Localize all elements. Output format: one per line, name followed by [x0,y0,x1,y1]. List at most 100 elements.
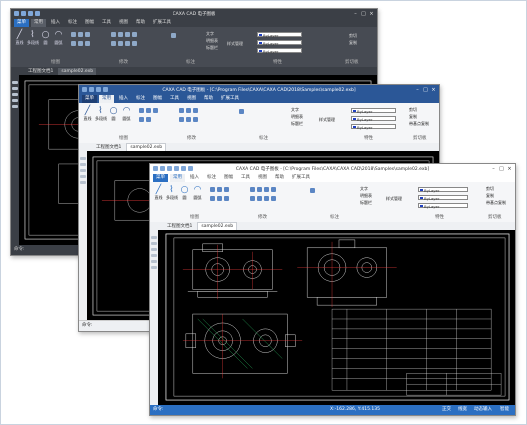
tab-menu[interactable]: 菜单 [14,19,29,27]
tool-icon[interactable] [79,175,86,178]
modify-tool-icon[interactable] [193,108,198,113]
tool-icon[interactable] [150,248,157,251]
draw-tool-icon[interactable] [210,187,215,192]
polyline-button[interactable]: ⌇ 多段线 [166,185,178,201]
tab-extensions[interactable]: 扩展工具 [289,174,313,182]
circle-button[interactable]: ○ 圆 [108,106,119,122]
doc-tab-sample02[interactable]: sample02.exb [197,222,238,230]
doc-tab-drawing1[interactable]: 工程图文档1 [25,68,56,75]
draw-tool-icon[interactable] [224,196,229,201]
lineweight-toggle[interactable]: 线宽 [458,405,467,415]
tool-icon[interactable] [150,260,157,263]
dimension-icon[interactable] [171,33,176,38]
layer-select[interactable]: ByLayer [351,108,396,114]
save-icon[interactable] [167,166,172,171]
tab-view[interactable]: 视图 [116,19,131,27]
modify-tool-icon[interactable] [264,196,269,201]
style-manager-button[interactable]: 样式管理 [386,196,402,202]
layer-select[interactable]: ByLayer [257,32,302,38]
tab-menu[interactable]: 菜单 [153,174,168,182]
redo-icon[interactable] [188,166,193,171]
close-icon[interactable]: × [369,11,374,17]
open-file-icon[interactable] [89,87,94,92]
draw-tool-icon[interactable] [139,108,144,113]
tool-icon[interactable] [150,266,157,269]
tool-icon[interactable] [79,157,86,160]
tab-extensions[interactable]: 扩展工具 [218,95,242,103]
tab-insert[interactable]: 插入 [116,95,131,103]
bom-tool-label[interactable]: 明细表 [206,38,218,44]
tool-icon[interactable] [150,236,157,239]
text-tool-label[interactable]: 文字 [206,31,214,37]
lineweight-select[interactable]: ByLayer [418,203,468,209]
tab-tools[interactable]: 工具 [99,19,114,27]
lineweight-select[interactable]: ByLayer [351,124,396,130]
circle-button[interactable]: ○ 圆 [179,185,190,201]
dimension-icon[interactable] [239,109,244,114]
modify-tool-icon[interactable] [132,32,137,37]
maximize-icon[interactable]: □ [423,87,428,93]
modify-tool-icon[interactable] [271,196,276,201]
title-block-label[interactable]: 标题栏 [360,200,372,206]
maximize-icon[interactable]: □ [499,166,504,172]
doc-tab-sample02[interactable]: sample02.exb [126,143,167,151]
tab-sheet[interactable]: 图幅 [221,174,236,182]
modify-tool-icon[interactable] [125,41,130,46]
undo-icon[interactable] [181,166,186,171]
arc-button[interactable]: ◠ 圆弧 [192,185,203,201]
draw-tool-icon[interactable] [146,117,151,122]
draw-tool-icon[interactable] [139,117,144,122]
modify-tool-icon[interactable] [250,187,255,192]
tab-menu[interactable]: 菜单 [82,95,97,103]
tab-insert[interactable]: 插入 [48,19,63,27]
style-manager-button[interactable]: 样式管理 [227,41,243,47]
draw-tool-icon[interactable] [78,41,83,46]
lineweight-select[interactable]: ByLayer [257,48,302,54]
modify-tool-icon[interactable] [250,196,255,201]
tab-extensions[interactable]: 扩展工具 [150,19,174,27]
line-button[interactable]: ╱ 直线 [153,185,164,201]
copy-button[interactable]: 复制 [486,193,494,199]
draw-tool-icon[interactable] [78,32,83,37]
draw-tool-icon[interactable] [71,32,76,37]
arc-button[interactable]: ◠ 圆弧 [53,30,64,46]
layer-select[interactable]: ByLayer [418,187,468,193]
cut-button[interactable]: 剪切 [349,33,357,39]
modify-tool-icon[interactable] [257,187,262,192]
modify-tool-icon[interactable] [118,41,123,46]
tab-help[interactable]: 帮助 [201,95,216,103]
tool-icon[interactable] [11,87,18,90]
tool-icon[interactable] [79,181,86,184]
tool-icon[interactable] [11,105,18,108]
linetype-select[interactable]: ByLayer [351,116,396,122]
tool-icon[interactable] [150,242,157,245]
close-icon[interactable]: × [431,87,436,93]
copy-button[interactable]: 复制 [409,114,417,120]
minimize-icon[interactable]: – [353,11,358,17]
save-icon[interactable] [96,87,101,92]
line-button[interactable]: ╱ 直线 [82,106,93,122]
ortho-toggle[interactable]: 正交 [442,405,451,415]
tab-view[interactable]: 视图 [184,95,199,103]
copy-button[interactable]: 复制 [349,40,357,46]
tab-dimension[interactable]: 标注 [133,95,148,103]
draw-tool-icon[interactable] [217,196,222,201]
modify-tool-icon[interactable] [111,32,116,37]
draw-tool-icon[interactable] [85,41,90,46]
line-button[interactable]: ╱ 直线 [14,30,25,46]
tab-help[interactable]: 帮助 [272,174,287,182]
copy-with-base-button[interactable]: 带基点复制 [409,121,429,127]
draw-tool-icon[interactable] [224,187,229,192]
tool-icon[interactable] [11,99,18,102]
copy-with-base-button[interactable]: 带基点复制 [486,200,506,206]
smart-snap-toggle[interactable]: 智能 [500,405,509,415]
modify-tool-icon[interactable] [125,32,130,37]
polyline-button[interactable]: ⌇ 多段线 [27,30,39,46]
quick-access-toolbar[interactable] [153,166,193,171]
bom-tool-label[interactable]: 明细表 [291,114,303,120]
tool-icon[interactable] [11,81,18,84]
linetype-select[interactable]: ByLayer [257,40,302,46]
tab-home[interactable]: 常用 [99,95,114,103]
tab-tools[interactable]: 工具 [238,174,253,182]
bom-tool-label[interactable]: 明细表 [360,193,372,199]
